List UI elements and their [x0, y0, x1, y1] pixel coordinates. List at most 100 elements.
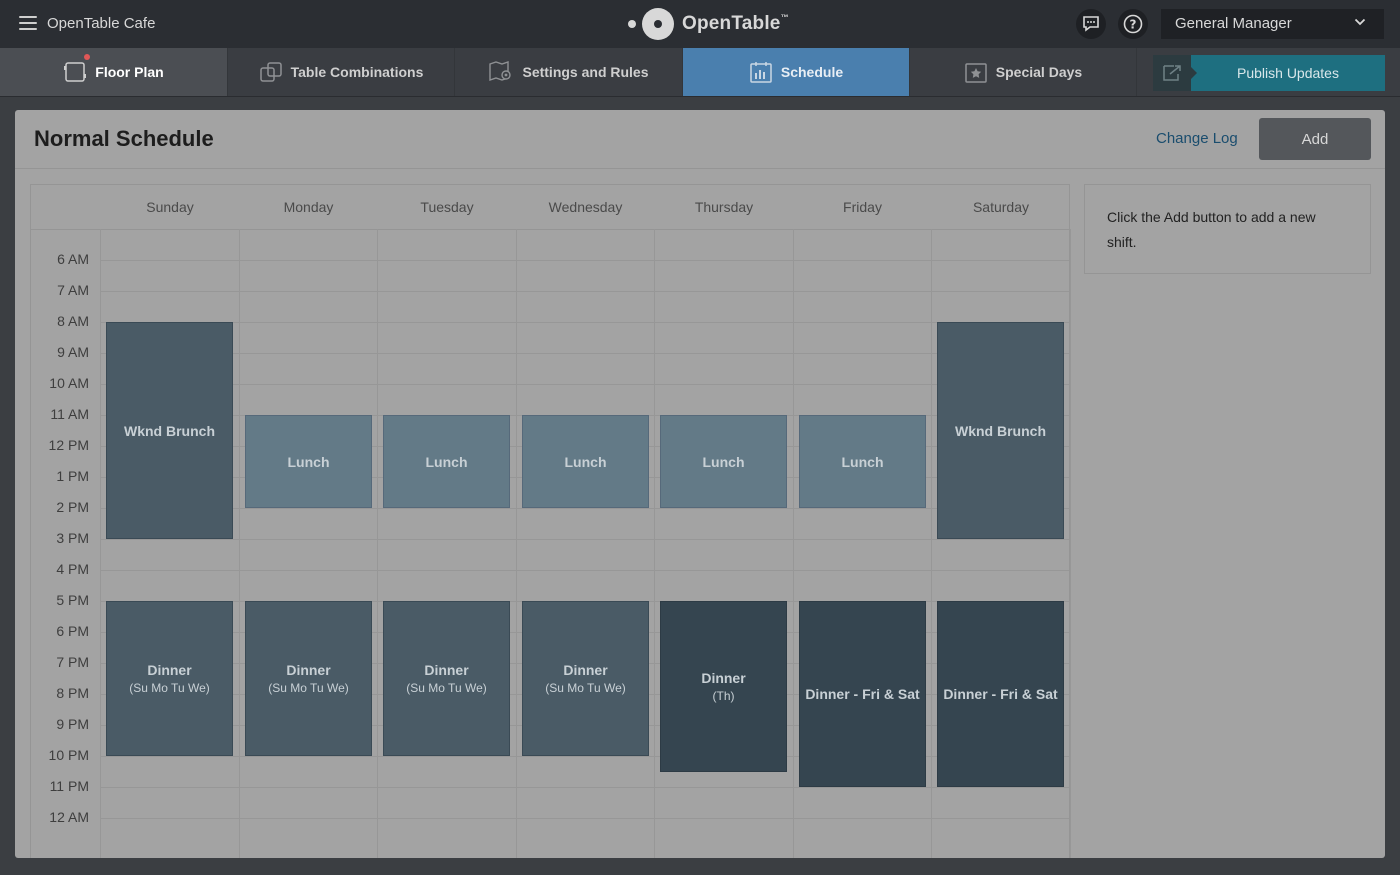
tab-label: Schedule — [780, 64, 844, 80]
time-label: 10 PM — [48, 747, 89, 763]
time-label: 11 PM — [49, 778, 89, 794]
tab-label: Floor Plan — [95, 64, 164, 80]
shift-days: (Th) — [712, 688, 735, 703]
panel-header: Normal Schedule Change Log Add — [15, 110, 1385, 169]
help-icon: ? — [1123, 14, 1143, 34]
schedule-icon — [749, 60, 773, 84]
time-label: 7 PM — [56, 654, 89, 670]
shift-name: Dinner - Fri & Sat — [805, 686, 920, 702]
shift-name: Lunch — [702, 453, 745, 470]
time-label: 10 AM — [49, 375, 89, 391]
grid-column-line — [654, 229, 655, 858]
tab-special-days[interactable]: Special Days — [910, 48, 1137, 96]
day-header-monday: Monday — [283, 199, 334, 215]
shift-name: Dinner - Fri & Sat — [943, 686, 1058, 702]
shift-block[interactable]: Dinner (Th) — [660, 601, 787, 772]
grid-hour-line — [101, 353, 1069, 354]
grid-column-line — [239, 229, 240, 858]
grid-column-line — [377, 229, 378, 858]
time-label: 11 AM — [50, 406, 89, 422]
opentable-logo: OpenTable™ — [628, 8, 789, 40]
time-label: 1 PM — [56, 468, 89, 484]
shift-block[interactable]: Dinner - Fri & Sat — [799, 601, 926, 787]
shift-block[interactable]: Dinner (Su Mo Tu We) — [383, 601, 510, 756]
shift-block[interactable]: Dinner (Su Mo Tu We) — [522, 601, 649, 756]
time-label: 6 PM — [56, 623, 89, 639]
shift-block[interactable]: Lunch — [799, 415, 926, 508]
shift-name: Dinner — [424, 662, 469, 678]
shift-block[interactable]: Dinner (Su Mo Tu We) — [106, 601, 233, 756]
shift-name: Lunch — [287, 453, 330, 470]
grid-column-line — [516, 229, 517, 858]
menu-icon[interactable] — [19, 16, 37, 30]
help-button[interactable]: ? — [1118, 9, 1148, 39]
day-header-tuesday: Tuesday — [420, 199, 474, 215]
time-label: 9 AM — [57, 344, 89, 360]
info-text: Click the Add button to add a new shift. — [1107, 209, 1316, 250]
tab-table-combinations[interactable]: Table Combinations — [228, 48, 455, 96]
grid-hour-line — [101, 570, 1069, 571]
time-label: 12 PM — [48, 437, 89, 453]
time-label: 6 AM — [57, 251, 89, 267]
grid-column-line — [931, 229, 932, 858]
chat-icon — [1083, 16, 1099, 32]
shift-block[interactable]: Wknd Brunch — [106, 322, 233, 539]
brand-name: OpenTable™ — [682, 13, 789, 34]
tab-schedule[interactable]: Schedule — [683, 48, 910, 96]
day-header-saturday: Saturday — [972, 199, 1030, 215]
chat-button[interactable] — [1076, 9, 1106, 39]
shift-days: (Su Mo Tu We) — [545, 681, 626, 695]
time-label: 7 AM — [57, 282, 89, 298]
time-label: 4 PM — [56, 561, 89, 577]
shift-name: Dinner — [701, 669, 746, 686]
restaurant-name: OpenTable Cafe — [47, 15, 156, 32]
tab-label: Special Days — [995, 64, 1083, 80]
grid-hour-line — [101, 384, 1069, 385]
page-title: Normal Schedule — [34, 126, 214, 151]
day-header-thursday: Thursday — [694, 199, 754, 215]
time-label: 2 PM — [56, 499, 89, 515]
shift-days: (Su Mo Tu We) — [406, 681, 487, 695]
shift-block[interactable]: Dinner - Fri & Sat — [937, 601, 1064, 787]
top-bar: OpenTable Cafe OpenTable™ ? General Mana… — [0, 0, 1400, 48]
tab-settings-rules[interactable]: Settings and Rules — [455, 48, 683, 96]
shift-name: Dinner — [286, 662, 331, 678]
shift-block[interactable]: Dinner (Su Mo Tu We) — [245, 601, 372, 756]
chevron-down-icon — [1354, 18, 1366, 26]
day-header-friday: Friday — [843, 199, 882, 215]
header-divider — [31, 229, 1071, 230]
tab-floor-plan[interactable]: Floor Plan — [0, 48, 228, 96]
publish-updates-button[interactable]: Publish Updates — [1153, 55, 1385, 91]
settings-rules-icon — [488, 60, 514, 84]
grid-hour-line — [101, 291, 1069, 292]
shift-block[interactable]: Lunch — [245, 415, 372, 508]
grid-hour-line — [101, 322, 1069, 323]
role-label: General Manager — [1175, 15, 1292, 32]
grid-hour-line — [101, 539, 1069, 540]
time-label: 5 PM — [56, 592, 89, 608]
change-log-link[interactable]: Change Log — [1156, 130, 1238, 147]
tab-label: Settings and Rules — [522, 64, 649, 80]
svg-text:?: ? — [1130, 18, 1137, 32]
add-shift-button[interactable]: Add — [1259, 118, 1371, 160]
shift-name: Wknd Brunch — [124, 422, 215, 439]
tab-label: Table Combinations — [290, 64, 424, 80]
shift-name: Lunch — [425, 453, 468, 470]
time-label: 12 AM — [49, 809, 89, 825]
notification-badge — [84, 54, 90, 60]
grid-column-line — [793, 229, 794, 858]
shift-block[interactable]: Lunch — [383, 415, 510, 508]
grid-hour-line — [101, 818, 1069, 819]
day-header-sunday: Sunday — [146, 199, 194, 215]
shift-block[interactable]: Lunch — [522, 415, 649, 508]
time-label: 9 PM — [56, 716, 89, 732]
publish-label: Publish Updates — [1237, 65, 1339, 81]
shift-block[interactable]: Wknd Brunch — [937, 322, 1064, 539]
shift-name: Dinner — [563, 662, 608, 678]
shift-name: Lunch — [841, 453, 884, 470]
day-header-wednesday: Wednesday — [548, 199, 623, 215]
shift-block[interactable]: Lunch — [660, 415, 787, 508]
shift-days: (Su Mo Tu We) — [129, 681, 210, 695]
time-label: 8 PM — [56, 685, 89, 701]
role-select[interactable]: General Manager — [1161, 9, 1384, 39]
